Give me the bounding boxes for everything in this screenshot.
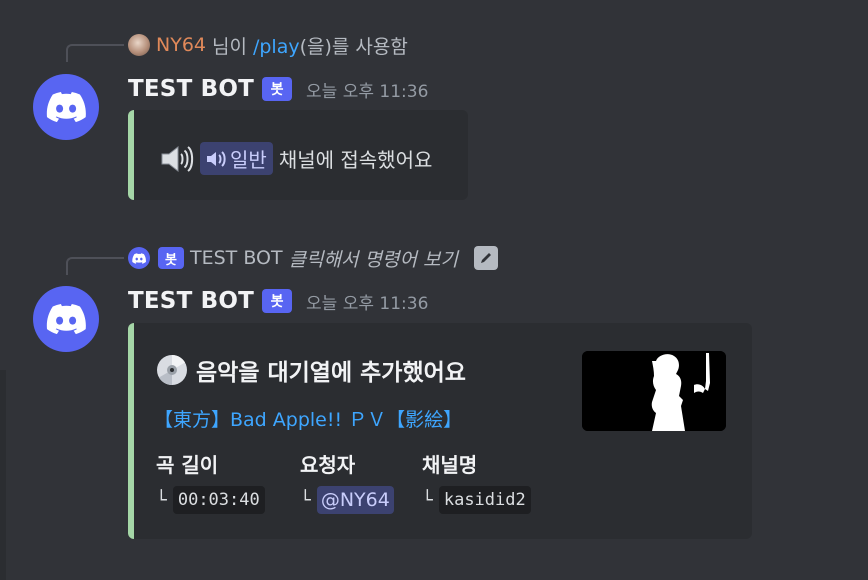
pencil-icon [481, 253, 491, 263]
reply-command[interactable]: /play [253, 36, 300, 58]
cd-icon [157, 355, 187, 385]
message-header: TEST BOT 봇 오늘 오후 11:36 [128, 286, 428, 316]
discord-icon [132, 252, 146, 264]
reply-connector [66, 44, 124, 62]
author-name[interactable]: TEST BOT [128, 76, 254, 102]
channel-value: kasidid2 [438, 486, 531, 514]
embed-title: 음악을 대기열에 추가했어요 [156, 353, 466, 387]
corner-glyph: └ [156, 489, 167, 511]
timestamp[interactable]: 오늘 오후 11:36 [306, 77, 428, 102]
field-value-row: └ 00:03:40 [156, 486, 265, 514]
reply-text: 님이 [212, 35, 247, 58]
embed-join-text: 채널에 접속했어요 [278, 148, 433, 172]
thumbnail-image[interactable] [582, 351, 726, 431]
reply-connector [66, 257, 124, 275]
silhouette-thumbnail [582, 351, 726, 431]
field-name: 요청자 [300, 453, 356, 477]
reply-username[interactable]: NY64 [156, 34, 206, 56]
reply-preview[interactable]: NY64 님이 /play(을)를 사용함 [128, 33, 408, 58]
bot-avatar-mini[interactable] [128, 247, 150, 269]
speaker-icon [161, 145, 194, 172]
field-duration: 곡 길이 └ 00:03:40 [156, 449, 265, 514]
field-value-row: └ @NY64 [300, 486, 394, 514]
command-preview[interactable]: 봇 TEST BOT 클릭해서 명령어 보기 [128, 245, 498, 272]
embed-join: 일반 채널에 접속했어요 [128, 110, 468, 200]
corner-glyph: └ [300, 489, 311, 511]
timestamp[interactable]: 오늘 오후 11:36 [306, 289, 428, 314]
bot-tag: 봇 [262, 77, 293, 101]
author-name[interactable]: TEST BOT [128, 288, 254, 314]
user-avatar-mini[interactable] [128, 34, 150, 56]
channel-mention[interactable]: 일반 [200, 142, 273, 175]
bot-tag: 봇 [158, 247, 184, 269]
field-name: 채널명 [422, 453, 478, 477]
voice-channel-icon [207, 150, 226, 167]
embed-join-line: 일반 채널에 접속했어요 [160, 142, 432, 175]
discord-icon [46, 304, 86, 334]
bot-tag: 봇 [262, 289, 293, 313]
bot-avatar[interactable] [33, 286, 99, 352]
bot-avatar[interactable] [33, 74, 99, 140]
field-requester: 요청자 └ @NY64 [300, 449, 394, 514]
field-name: 곡 길이 [156, 453, 219, 477]
reply-command-hint[interactable]: 클릭해서 명령어 보기 [289, 245, 458, 272]
embed-title-text: 음악을 대기열에 추가했어요 [196, 360, 466, 386]
reply-text-after: (을)를 사용함 [299, 35, 408, 58]
user-mention[interactable]: @NY64 [316, 486, 394, 514]
song-link[interactable]: 【東方】Bad Apple!! ＰＶ【影絵】 [154, 405, 462, 432]
corner-glyph: └ [422, 489, 433, 511]
field-channel: 채널명 └ kasidid2 [422, 449, 531, 514]
message-header: TEST BOT 봇 오늘 오후 11:36 [128, 74, 428, 104]
slash-command-icon [474, 246, 498, 270]
channel-mention-label: 일반 [230, 148, 267, 172]
channel-list-edge [0, 370, 6, 580]
duration-value: 00:03:40 [172, 486, 265, 514]
discord-icon [46, 92, 86, 122]
field-value-row: └ kasidid2 [422, 486, 531, 514]
reply-author[interactable]: TEST BOT [190, 247, 283, 269]
embed-queue: 음악을 대기열에 추가했어요 【東方】Bad Apple!! ＰＶ【影絵】 곡 … [128, 323, 752, 539]
